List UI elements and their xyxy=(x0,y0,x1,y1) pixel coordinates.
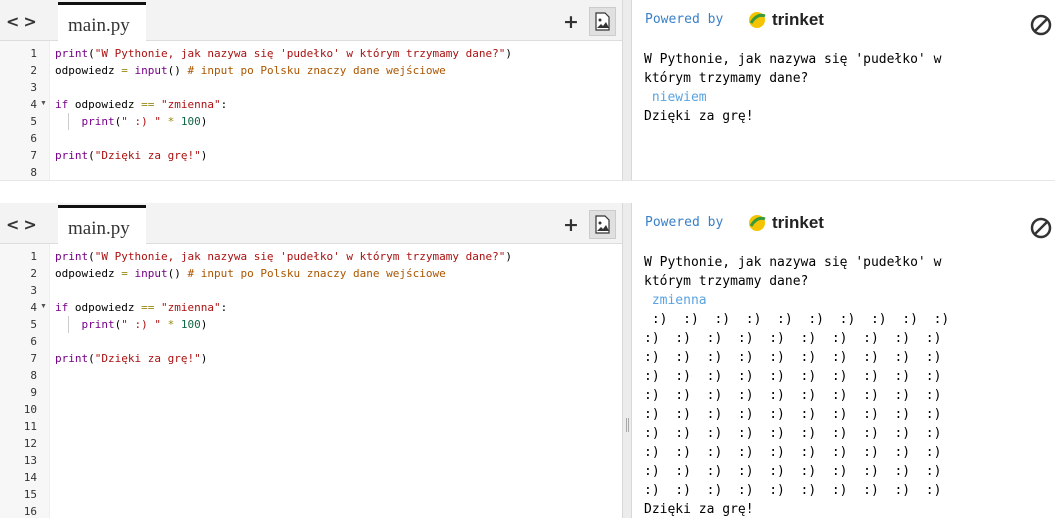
line-number: 7 xyxy=(30,149,37,162)
trinket-logo-icon xyxy=(749,215,766,231)
line-gutter: 1 2 3 4 ▼ 5 6 7 8 xyxy=(0,41,50,180)
line-number: 2 xyxy=(30,267,37,280)
trinket-panel-2: <> main.py + 1 2 3 4 ▼ 5 6 7 8 9 10 11 12 13 14 15 16 pr… xyxy=(0,203,1055,518)
line-number: 14 xyxy=(23,471,37,484)
console-output: W Pythonie, jak nazywa się 'pudełko' w k… xyxy=(644,31,941,126)
fold-arrow-icon[interactable]: ▼ xyxy=(40,100,47,107)
smiley-row: :) :) :) :) :) :) :) :) :) :) xyxy=(644,426,942,441)
file-tab[interactable]: main.py xyxy=(58,2,146,42)
code-line[interactable]: odpowiedz = input() # input po Polsku zn… xyxy=(55,62,446,79)
line-number: 2 xyxy=(30,64,37,77)
user-input-echo: zmienna xyxy=(644,293,707,308)
code-editor[interactable]: <> main.py + 1 2 3 4 ▼ 5 6 7 8 print("W Pythonie… xyxy=(0,0,622,180)
trinket-panel-1: <> main.py + 1 2 3 4 ▼ 5 6 7 8 print("W Pythonie… xyxy=(0,0,1055,180)
line-gutter: 1 2 3 4 ▼ 5 6 7 8 9 10 11 12 13 14 15 16 xyxy=(0,244,50,518)
stop-icon[interactable] xyxy=(1030,217,1052,239)
code-editor[interactable]: <> main.py + 1 2 3 4 ▼ 5 6 7 8 9 10 11 12 13 14 15 16 pr… xyxy=(0,203,622,518)
line-number: 13 xyxy=(23,454,37,467)
line-number: 9 xyxy=(30,386,37,399)
plus-icon[interactable]: + xyxy=(563,11,579,33)
smiley-row: :) :) :) :) :) :) :) :) :) :) xyxy=(644,312,950,327)
smiley-row: :) :) :) :) :) :) :) :) :) :) xyxy=(644,369,942,384)
pane-splitter[interactable] xyxy=(622,0,632,180)
line-number: 1 xyxy=(30,250,37,263)
indent-guide xyxy=(68,316,69,333)
line-number: 7 xyxy=(30,352,37,365)
chevron-left-right-icon[interactable]: <> xyxy=(6,12,41,31)
output-final-line: Dzięki za grę! xyxy=(644,502,754,517)
smiley-row: :) :) :) :) :) :) :) :) :) :) xyxy=(644,483,942,498)
code-line[interactable]: print("W Pythonie, jak nazywa się 'pudeł… xyxy=(55,45,512,62)
output-prompt-line: W Pythonie, jak nazywa się 'pudełko' w xyxy=(644,52,942,67)
line-number: 8 xyxy=(30,369,37,382)
output-prompt-line: którym trzymamy dane? xyxy=(644,71,809,86)
panel-separator xyxy=(0,180,1055,203)
chevron-left-right-icon[interactable]: <> xyxy=(6,215,41,234)
image-icon[interactable] xyxy=(589,210,616,239)
trinket-logo-icon xyxy=(749,12,766,28)
smiley-row: :) :) :) :) :) :) :) :) :) :) xyxy=(644,388,942,403)
line-number: 6 xyxy=(30,335,37,348)
output-prompt-line: którym trzymamy dane? xyxy=(644,274,809,289)
code-line[interactable]: print("W Pythonie, jak nazywa się 'pudeł… xyxy=(55,248,512,265)
smiley-row: :) :) :) :) :) :) :) :) :) :) xyxy=(644,350,942,365)
splitter-grip[interactable] xyxy=(626,418,629,432)
editor-toolbar: <> main.py + xyxy=(0,0,622,42)
console-output: W Pythonie, jak nazywa się 'pudełko' w k… xyxy=(644,234,949,519)
line-number: 16 xyxy=(23,505,37,518)
output-console: Powered by trinket W Pythonie, jak nazyw… xyxy=(632,0,1055,180)
powered-by-label: Powered by xyxy=(645,12,724,27)
plus-icon[interactable]: + xyxy=(563,214,579,236)
line-number: 11 xyxy=(23,420,37,433)
code-line[interactable]: odpowiedz = input() # input po Polsku zn… xyxy=(55,265,446,282)
line-number: 6 xyxy=(30,132,37,145)
line-number: 5 xyxy=(30,115,37,128)
powered-by-label: Powered by xyxy=(645,215,724,230)
output-console: Powered by trinket W Pythonie, jak nazyw… xyxy=(632,203,1055,518)
output-final-line: Dzięki za grę! xyxy=(644,109,754,124)
code-line[interactable]: if odpowiedz == "zmienna": xyxy=(55,96,227,113)
code-line[interactable]: if odpowiedz == "zmienna": xyxy=(55,299,227,316)
output-prompt-line: W Pythonie, jak nazywa się 'pudełko' w xyxy=(644,255,942,270)
smiley-row: :) :) :) :) :) :) :) :) :) :) xyxy=(644,445,942,460)
smiley-row: :) :) :) :) :) :) :) :) :) :) xyxy=(644,331,942,346)
fold-arrow-icon[interactable]: ▼ xyxy=(40,303,47,310)
line-number: 3 xyxy=(30,284,37,297)
line-number: 15 xyxy=(23,488,37,501)
smiley-row: :) :) :) :) :) :) :) :) :) :) xyxy=(644,464,942,479)
trinket-brand[interactable]: trinket xyxy=(772,213,824,233)
code-line[interactable]: print(" :) " * 100) xyxy=(55,113,208,130)
line-number: 12 xyxy=(23,437,37,450)
stop-icon[interactable] xyxy=(1030,14,1052,36)
file-tab[interactable]: main.py xyxy=(58,205,146,245)
indent-guide xyxy=(68,113,69,130)
user-input-echo: niewiem xyxy=(644,90,707,105)
line-number: 1 xyxy=(30,47,37,60)
line-number: 8 xyxy=(30,166,37,179)
line-number: 10 xyxy=(23,403,37,416)
trinket-brand[interactable]: trinket xyxy=(772,10,824,30)
code-line[interactable]: print(" :) " * 100) xyxy=(55,316,208,333)
image-icon[interactable] xyxy=(589,7,616,36)
code-line[interactable]: print("Dzięki za grę!") xyxy=(55,350,207,367)
code-line[interactable]: print("Dzięki za grę!") xyxy=(55,147,207,164)
line-number: 3 xyxy=(30,81,37,94)
line-number: 4 xyxy=(30,98,37,111)
editor-toolbar: <> main.py + xyxy=(0,203,622,245)
smiley-row: :) :) :) :) :) :) :) :) :) :) xyxy=(644,407,942,422)
pane-splitter[interactable] xyxy=(622,203,632,518)
line-number: 4 xyxy=(30,301,37,314)
line-number: 5 xyxy=(30,318,37,331)
